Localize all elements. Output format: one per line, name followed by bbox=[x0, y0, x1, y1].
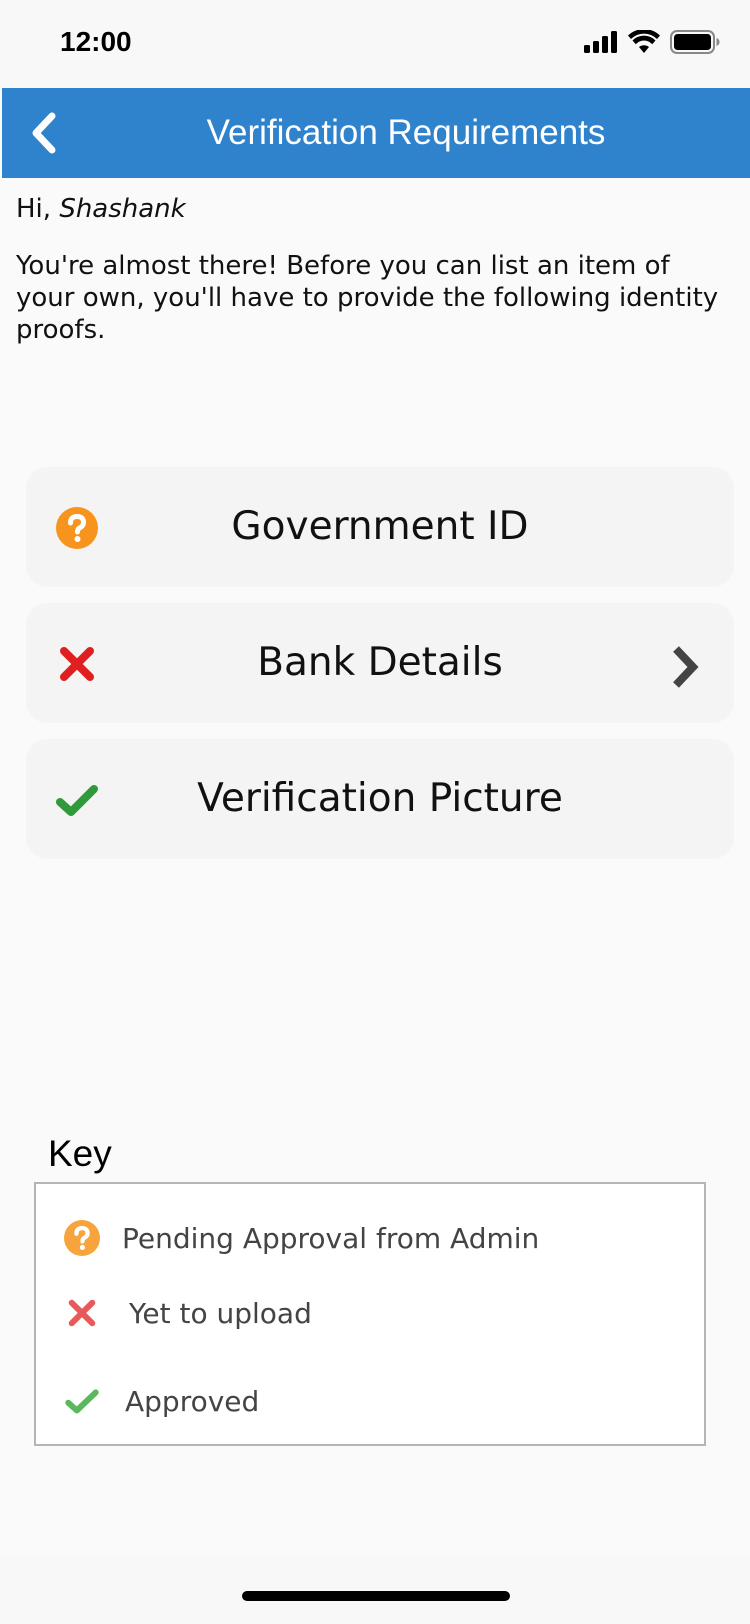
requirement-verification-picture[interactable]: Verification Picture bbox=[26, 739, 734, 859]
requirement-label: Government ID bbox=[231, 504, 529, 549]
greeting-prefix: Hi, bbox=[16, 194, 60, 224]
requirement-label: Verification Picture bbox=[197, 776, 563, 821]
status-icons bbox=[584, 29, 720, 58]
user-name: Shashank bbox=[59, 194, 186, 224]
requirement-government-id[interactable]: Government ID bbox=[26, 467, 734, 587]
checkmark-icon bbox=[65, 1389, 99, 1414]
greeting: Hi, Shashank bbox=[16, 194, 186, 224]
chevron-right-icon bbox=[673, 646, 699, 688]
signal-icon bbox=[584, 31, 618, 57]
key-item-yet-to-upload: Yet to upload bbox=[36, 1289, 704, 1339]
intro-text: You're almost there! Before you can list… bbox=[16, 251, 719, 345]
status-bar: 12:00 bbox=[0, 0, 750, 88]
key-title: Key bbox=[48, 1133, 112, 1174]
header-bar: Verification Requirements bbox=[2, 88, 750, 178]
wifi-icon bbox=[628, 29, 660, 58]
key-item-approved: Approved bbox=[36, 1377, 704, 1427]
bottom-safe-area bbox=[0, 1555, 750, 1624]
key-legend: Pending Approval from Admin Yet to uploa… bbox=[34, 1182, 706, 1446]
home-indicator[interactable] bbox=[242, 1591, 510, 1601]
requirement-bank-details[interactable]: Bank Details bbox=[26, 603, 734, 723]
status-time: 12:00 bbox=[60, 26, 132, 57]
key-label: Approved bbox=[125, 1385, 260, 1418]
cross-icon bbox=[68, 1299, 96, 1327]
key-label: Pending Approval from Admin bbox=[122, 1222, 540, 1255]
battery-icon bbox=[670, 30, 720, 58]
key-item-pending: Pending Approval from Admin bbox=[36, 1214, 704, 1264]
key-label: Yet to upload bbox=[129, 1297, 312, 1330]
page-title: Verification Requirements bbox=[206, 113, 606, 152]
question-circle-icon bbox=[64, 1220, 100, 1256]
requirement-label: Bank Details bbox=[257, 640, 503, 685]
